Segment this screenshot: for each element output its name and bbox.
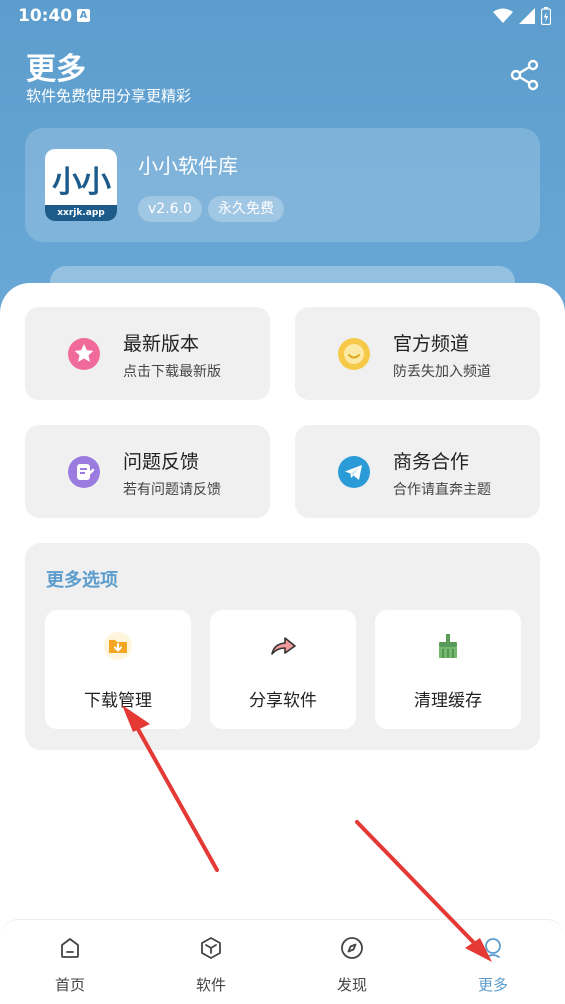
download-manager-button[interactable]: 下载管理 <box>45 610 191 729</box>
telegram-icon <box>338 456 370 488</box>
clear-cache-button[interactable]: 清理缓存 <box>375 610 521 729</box>
tile-subtitle: 防丢失加入频道 <box>393 364 491 380</box>
app-logo-text: 小小 <box>52 165 111 200</box>
broom-icon <box>439 634 457 658</box>
nav-more[interactable]: 更多 <box>443 920 543 1004</box>
share-software-button[interactable]: 分享软件 <box>210 610 356 729</box>
notification-icon: A <box>77 9 90 22</box>
more-person-icon <box>485 938 501 958</box>
nav-home[interactable]: 首页 <box>20 920 120 1004</box>
tile-title: 官方频道 <box>393 333 470 355</box>
page-title: 更多 <box>26 52 86 87</box>
nav-label: 首页 <box>54 976 85 994</box>
nav-label: 更多 <box>477 976 508 994</box>
option-label: 下载管理 <box>84 691 152 711</box>
official-channel-tile[interactable]: 官方频道 防丢失加入频道 <box>295 307 540 400</box>
status-bar: 10:40 A <box>0 0 565 32</box>
app-name: 小小软件库 <box>138 154 238 178</box>
nav-label: 软件 <box>195 976 226 994</box>
more-options-panel: 更多选项 下载管理 分享软件 清理缓存 <box>25 543 540 750</box>
nav-software[interactable]: 软件 <box>161 920 261 1004</box>
option-label: 分享软件 <box>249 691 317 711</box>
home-icon <box>61 938 79 958</box>
share-icon[interactable] <box>508 58 542 92</box>
feedback-tile[interactable]: 问题反馈 若有问题请反馈 <box>25 425 270 518</box>
feedback-icon <box>68 456 100 488</box>
app-logo-domain: xxrjk.app <box>45 205 117 221</box>
page-subtitle: 软件免费使用分享更精彩 <box>26 87 192 105</box>
download-folder-icon <box>104 632 132 660</box>
latest-version-tile[interactable]: 最新版本 点击下载最新版 <box>25 307 270 400</box>
tile-title: 问题反馈 <box>123 451 200 473</box>
tile-title: 最新版本 <box>123 333 200 355</box>
star-icon <box>68 338 100 370</box>
status-time: 10:40 <box>18 6 73 26</box>
share-arrow-icon <box>271 637 296 655</box>
wifi-icon <box>493 8 513 23</box>
free-badge: 永久免费 <box>208 196 284 222</box>
bottom-navigation: 首页 软件 发现 更多 <box>0 919 565 1004</box>
cube-icon <box>201 937 221 959</box>
app-logo: 小小 xxrjk.app <box>45 149 117 221</box>
more-options-title: 更多选项 <box>46 570 118 591</box>
tile-subtitle: 点击下载最新版 <box>123 364 221 380</box>
business-tile[interactable]: 商务合作 合作请直奔主题 <box>295 425 540 518</box>
battery-icon <box>541 7 551 25</box>
nav-discover[interactable]: 发现 <box>302 920 402 1004</box>
tile-title: 商务合作 <box>393 451 470 473</box>
option-label: 清理缓存 <box>414 691 482 711</box>
tile-subtitle: 若有问题请反馈 <box>123 482 221 498</box>
nav-label: 发现 <box>336 976 367 994</box>
compass-icon <box>341 937 363 959</box>
signal-icon <box>519 8 535 24</box>
version-badge: v2.6.0 <box>138 196 202 222</box>
smile-icon <box>338 338 370 370</box>
app-info-card[interactable]: 小小 xxrjk.app 小小软件库 v2.6.0 永久免费 <box>25 128 540 242</box>
tile-subtitle: 合作请直奔主题 <box>393 482 491 498</box>
